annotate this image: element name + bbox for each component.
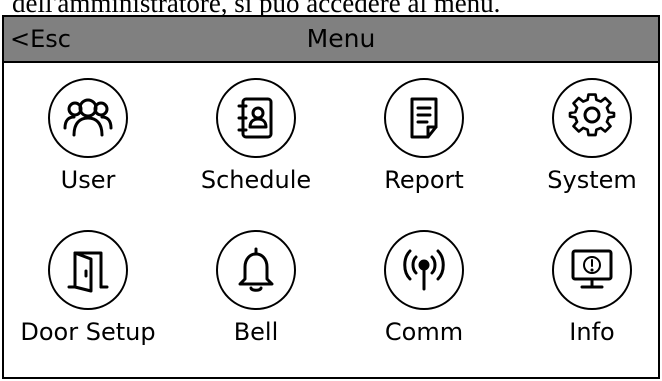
menu-item-label: Schedule [200, 166, 312, 194]
door-icon [48, 230, 128, 310]
contacts-book-icon [216, 78, 296, 158]
page-title: Menu [306, 24, 376, 53]
title-bar: <Esc Menu [4, 17, 658, 63]
menu-item-info[interactable]: Info [510, 215, 658, 365]
bell-icon [216, 230, 296, 310]
menu-item-user[interactable]: User [6, 63, 170, 213]
menu-item-label: System [547, 166, 637, 194]
menu-item-label: Comm [384, 318, 464, 346]
menu-item-system[interactable]: System [510, 63, 658, 213]
antenna-signal-icon [384, 230, 464, 310]
menu-item-comm[interactable]: Comm [342, 215, 506, 365]
users-icon [48, 78, 128, 158]
document-icon [384, 78, 464, 158]
menu-item-door-setup[interactable]: Door Setup [6, 215, 170, 365]
menu-item-report[interactable]: Report [342, 63, 506, 213]
monitor-info-icon [552, 230, 632, 310]
menu-item-label: User [60, 166, 116, 194]
menu-item-label: Bell [233, 318, 279, 346]
menu-item-label: Door Setup [20, 318, 156, 346]
menu-item-bell[interactable]: Bell [174, 215, 338, 365]
gear-icon [552, 78, 632, 158]
menu-item-label: Report [384, 166, 464, 194]
menu-item-schedule[interactable]: Schedule [174, 63, 338, 213]
menu-item-label: Info [569, 318, 615, 346]
device-screen: <Esc Menu User Schedule Report System Do… [2, 15, 660, 379]
menu-grid: User Schedule Report System Door Setup B… [4, 63, 658, 377]
